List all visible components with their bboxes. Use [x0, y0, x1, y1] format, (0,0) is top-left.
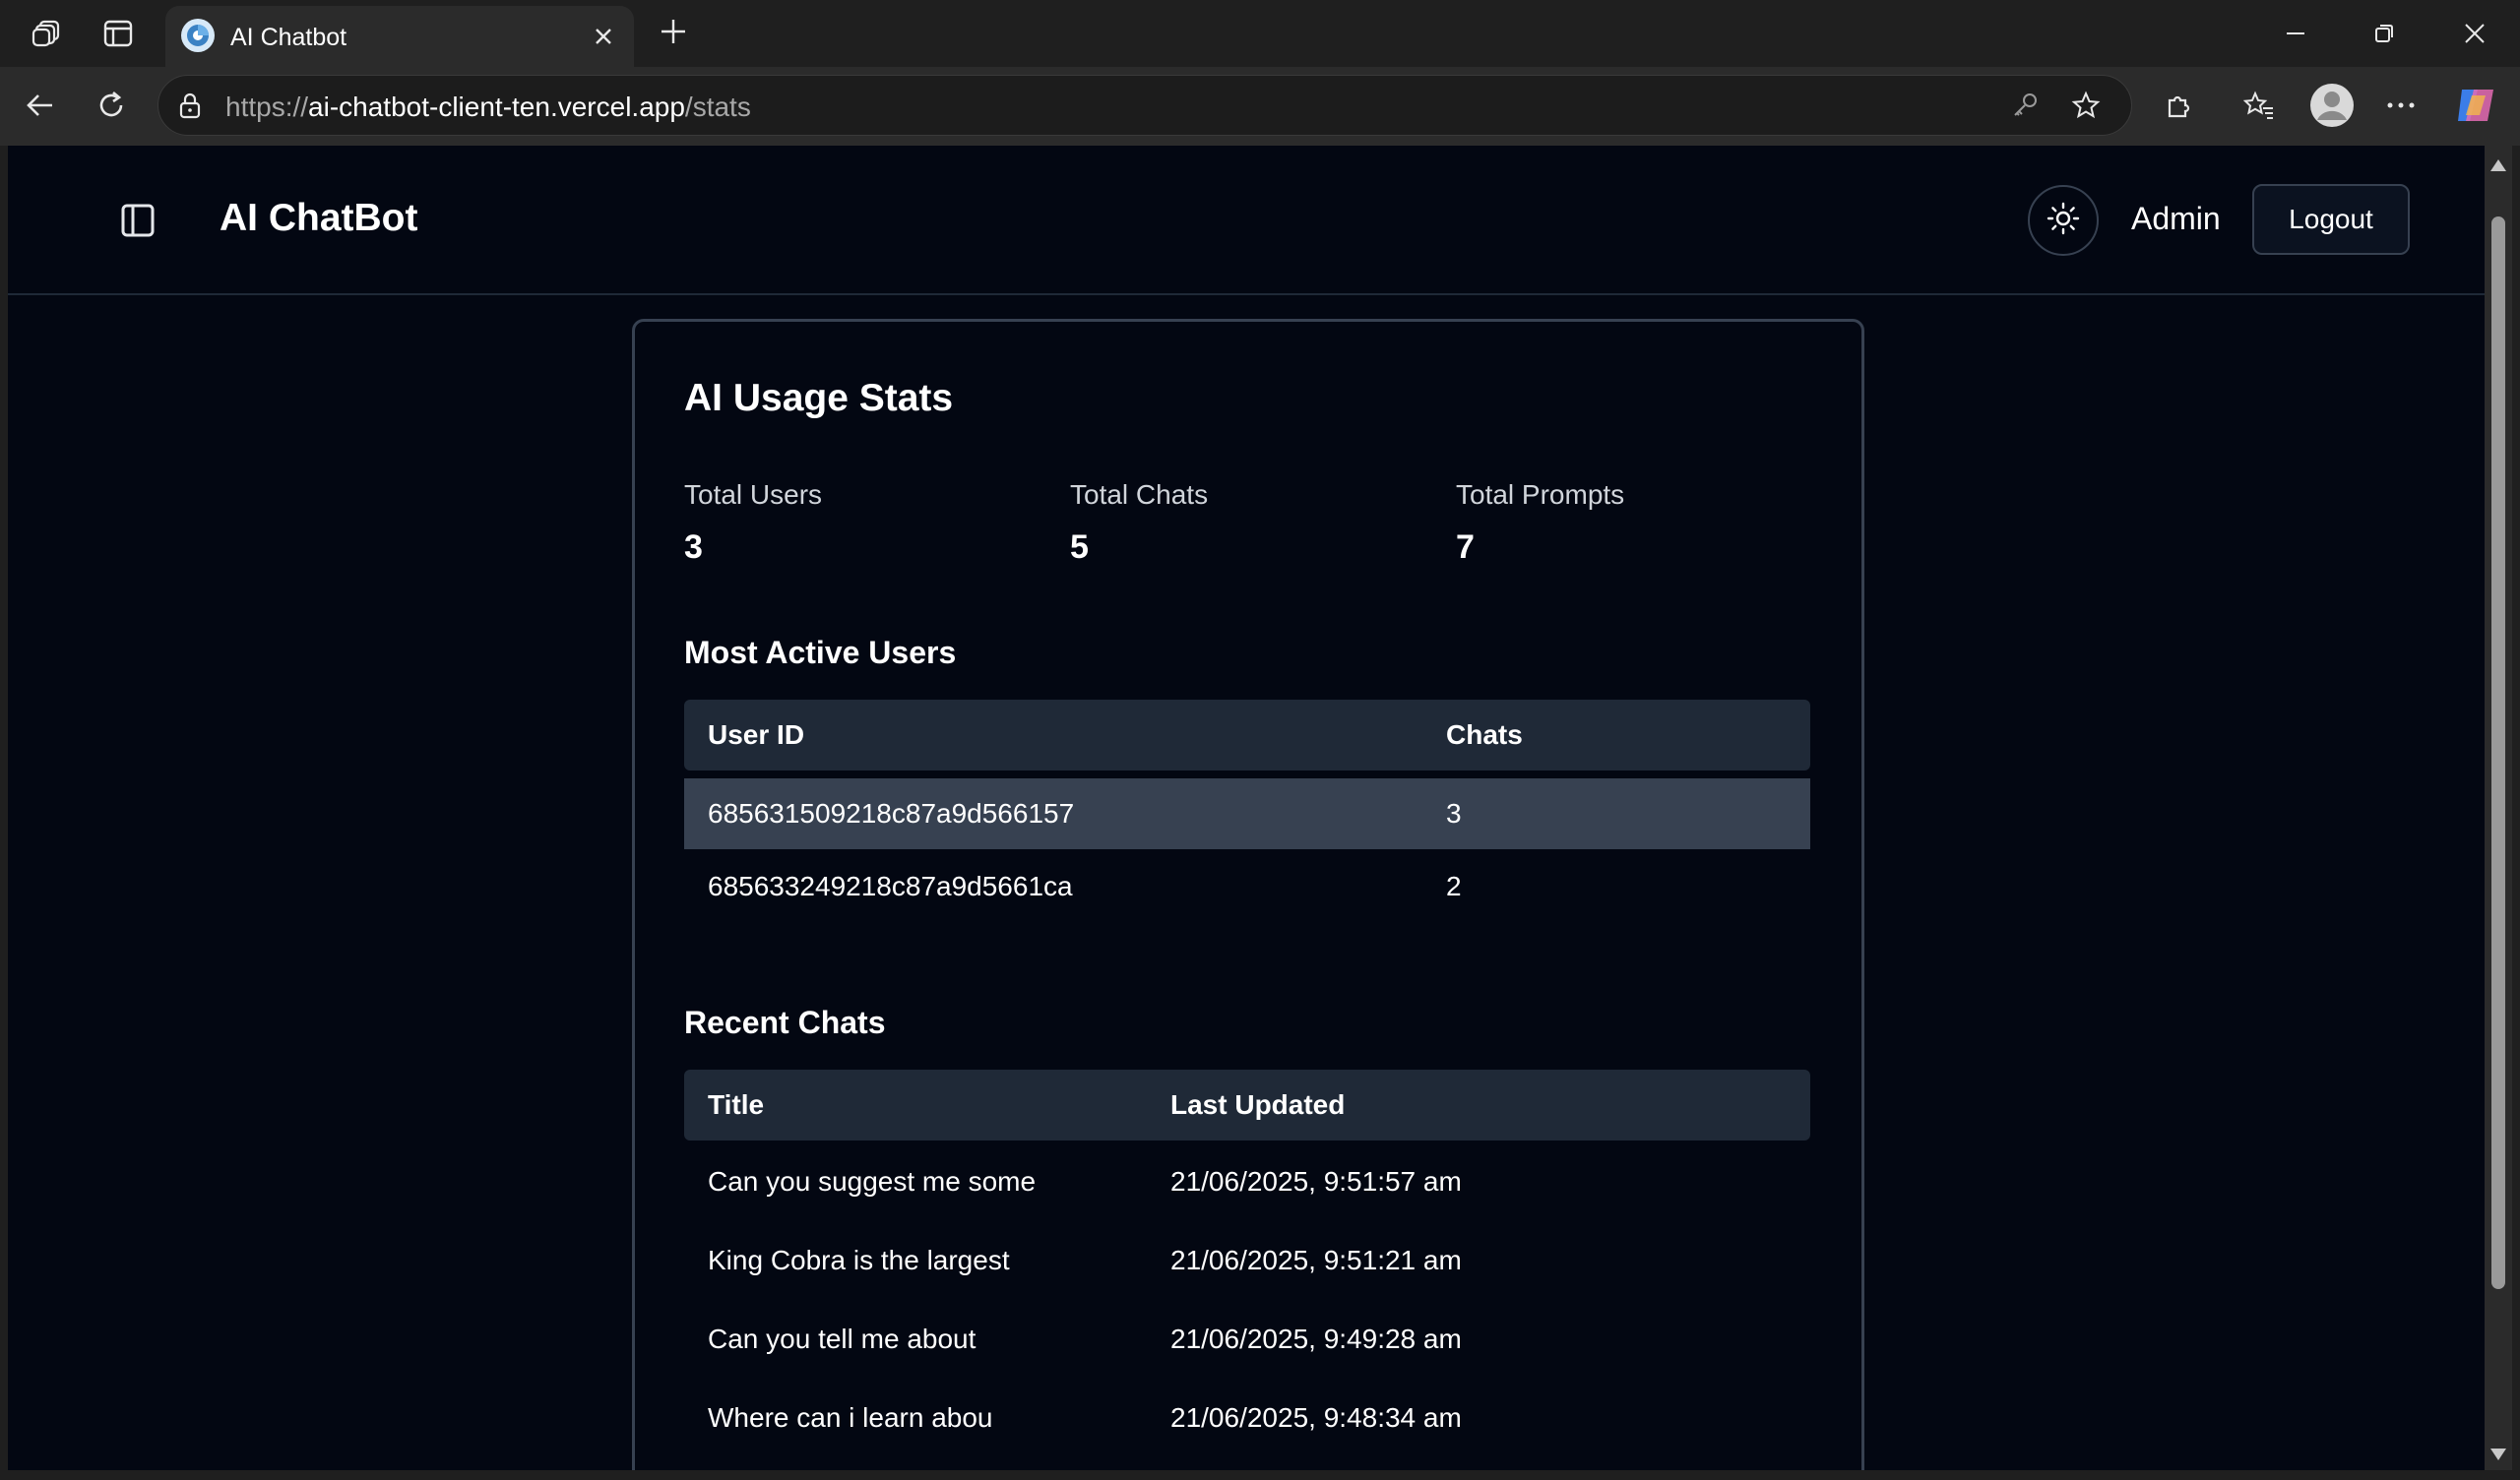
more-options-icon[interactable] [2378, 83, 2424, 128]
chats-count-cell: 3 [1446, 798, 1462, 829]
browser-tab-active[interactable]: AI Chatbot [165, 6, 634, 67]
theme-toggle-button[interactable] [2028, 185, 2099, 256]
workspaces-icon[interactable] [26, 14, 69, 53]
restore-icon[interactable] [2362, 14, 2406, 53]
column-header: Chats [1446, 719, 1523, 750]
app-header: AI ChatBot Admin Logout [8, 146, 2485, 295]
web-page: AI ChatBot Admin Logout AI Usage Stats T… [8, 146, 2485, 1470]
back-icon[interactable] [18, 83, 63, 128]
last-updated-cell: 21/06/2025, 9:51:57 am [1170, 1166, 1462, 1197]
chat-title-cell: Can you suggest me some [708, 1166, 1037, 1197]
chats-count-cell: 2 [1446, 871, 1462, 901]
key-icon[interactable] [2007, 90, 2043, 121]
browser-toolbar: https://ai-chatbot-client-ten.vercel.app… [0, 67, 2520, 146]
stat-total-users: Total Users 3 [684, 479, 822, 567]
table-row[interactable]: King Cobra is the largest 21/06/2025, 9:… [684, 1219, 1810, 1298]
stat-label: Total Users [684, 479, 823, 510]
table-row[interactable]: Can you suggest me some 21/06/2025, 9:51… [684, 1141, 1810, 1219]
table-row[interactable]: 685631509218c87a9d566157 3 [684, 778, 1810, 849]
section-title-active-users: Most Active Users [684, 635, 957, 670]
sidebar-toggle-icon[interactable] [116, 199, 159, 242]
page-scrollbar[interactable] [2485, 146, 2512, 1470]
recent-chats-table: Title Last Updated Can you suggest me so… [684, 1070, 1810, 1455]
vertical-tabs-icon[interactable] [96, 14, 140, 53]
scroll-up-arrow-icon[interactable] [2490, 159, 2506, 171]
last-updated-cell: 21/06/2025, 9:48:34 am [1170, 1402, 1462, 1433]
column-header: Title [708, 1089, 765, 1120]
user-role-label: Admin [2131, 201, 2221, 236]
extensions-icon[interactable] [2156, 83, 2201, 128]
chat-title-cell: King Cobra is the largest [708, 1245, 1010, 1275]
close-window-icon[interactable] [2453, 14, 2496, 53]
page-title: AI Usage Stats [684, 377, 954, 419]
active-users-table: User ID Chats 685631509218c87a9d566157 3… [684, 700, 1810, 928]
chatbot-favicon-icon [181, 19, 215, 52]
stats-card: AI Usage Stats Total Users 3 Total Chats… [632, 319, 1864, 1470]
table-header: Title Last Updated [684, 1070, 1810, 1141]
profile-avatar-icon[interactable] [2307, 81, 2357, 130]
app-title: AI ChatBot [220, 197, 418, 239]
last-updated-cell: 21/06/2025, 9:51:21 am [1170, 1245, 1462, 1275]
new-tab-icon[interactable] [654, 12, 693, 51]
scroll-down-arrow-icon[interactable] [2490, 1449, 2506, 1460]
logout-button[interactable]: Logout [2252, 184, 2410, 255]
user-id-cell: 685631509218c87a9d566157 [708, 798, 1075, 829]
address-bar[interactable]: https://ai-chatbot-client-ten.vercel.app… [158, 75, 2132, 136]
tab-title: AI Chatbot [230, 24, 347, 51]
sun-icon [2047, 202, 2080, 240]
close-tab-icon[interactable] [587, 20, 620, 53]
stat-value: 5 [1070, 528, 1089, 566]
browser-tab-bar: AI Chatbot [0, 0, 2520, 67]
column-header: Last Updated [1170, 1089, 1346, 1120]
column-header: User ID [708, 719, 805, 750]
stat-label: Total Prompts [1456, 479, 1625, 510]
chat-title-cell: Where can i learn abou [708, 1402, 993, 1433]
last-updated-cell: 21/06/2025, 9:49:28 am [1170, 1324, 1462, 1354]
section-title-recent-chats: Recent Chats [684, 1005, 886, 1040]
user-id-cell: 685633249218c87a9d5661ca [708, 871, 1073, 901]
stat-label: Total Chats [1070, 479, 1209, 510]
stat-total-chats: Total Chats 5 [1070, 479, 1208, 567]
stat-total-prompts: Total Prompts 7 [1456, 479, 1624, 567]
stat-value: 7 [1456, 528, 1475, 566]
table-row[interactable]: Can you tell me about 21/06/2025, 9:49:2… [684, 1298, 1810, 1377]
stat-value: 3 [684, 528, 703, 566]
copilot-icon[interactable] [2451, 81, 2500, 130]
table-header: User ID Chats [684, 700, 1810, 771]
refresh-icon[interactable] [89, 83, 134, 128]
table-row[interactable]: 685633249218c87a9d5661ca 2 [684, 849, 1810, 928]
chat-title-cell: Can you tell me about [708, 1324, 976, 1354]
scroll-thumb[interactable] [2491, 216, 2505, 1289]
minimize-icon[interactable] [2274, 14, 2317, 53]
url-text[interactable]: https://ai-chatbot-client-ten.vercel.app… [225, 92, 751, 123]
favorite-star-icon[interactable] [2068, 90, 2104, 121]
table-row[interactable]: Where can i learn abou 21/06/2025, 9:48:… [684, 1377, 1810, 1455]
lock-icon[interactable] [174, 90, 206, 121]
favorites-icon[interactable] [2236, 83, 2282, 128]
